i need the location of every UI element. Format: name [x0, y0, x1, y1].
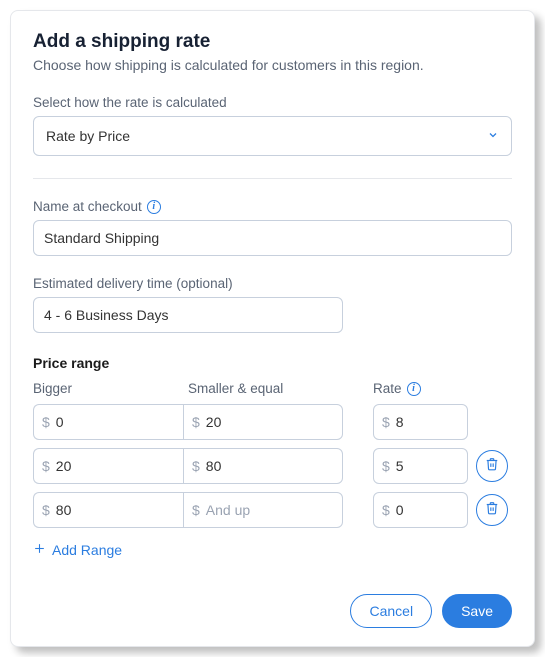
- info-icon[interactable]: i: [147, 200, 161, 214]
- delete-row-button[interactable]: [476, 494, 508, 526]
- calc-select-value: Rate by Price: [46, 128, 130, 144]
- trash-icon: [485, 457, 499, 476]
- range-columns: Bigger Smaller & equal Rate i: [33, 381, 512, 396]
- bigger-input[interactable]: $0: [33, 404, 183, 440]
- range-row: $80$And up $0: [33, 492, 512, 528]
- calc-label: Select how the rate is calculated: [33, 95, 512, 110]
- bigger-input[interactable]: $20: [33, 448, 183, 484]
- smaller-input[interactable]: $And up: [183, 492, 343, 528]
- eta-input[interactable]: [33, 297, 343, 333]
- range-row: $0$20 $8: [33, 404, 512, 440]
- calc-select[interactable]: Rate by Price: [33, 116, 512, 156]
- chevron-down-icon: [487, 128, 499, 144]
- divider: [33, 178, 512, 179]
- eta-label: Estimated delivery time (optional): [33, 276, 512, 291]
- bigger-input[interactable]: $80: [33, 492, 183, 528]
- range-header: Price range: [33, 355, 512, 371]
- smaller-input[interactable]: $80: [183, 448, 343, 484]
- col-rate: Rate: [373, 381, 402, 396]
- info-icon[interactable]: i: [407, 382, 421, 396]
- smaller-input[interactable]: $20: [183, 404, 343, 440]
- rate-input[interactable]: $8: [373, 404, 468, 440]
- save-button[interactable]: Save: [442, 594, 512, 628]
- delete-row-button[interactable]: [476, 450, 508, 482]
- shipping-rate-modal: Add a shipping rate Choose how shipping …: [10, 10, 535, 647]
- add-range-button[interactable]: Add Range: [33, 542, 512, 558]
- col-bigger: Bigger: [33, 381, 188, 396]
- range-rows: $0$20$8$20$80$5$80$And up$0: [33, 404, 512, 528]
- modal-title: Add a shipping rate: [33, 31, 512, 53]
- modal-subtitle: Choose how shipping is calculated for cu…: [33, 55, 512, 75]
- cancel-button[interactable]: Cancel: [350, 594, 432, 628]
- trash-icon: [485, 501, 499, 520]
- rate-input[interactable]: $0: [373, 492, 468, 528]
- modal-footer: Cancel Save: [33, 594, 512, 628]
- col-smaller: Smaller & equal: [188, 381, 343, 396]
- rate-input[interactable]: $5: [373, 448, 468, 484]
- name-input[interactable]: [33, 220, 512, 256]
- plus-icon: [33, 542, 46, 558]
- range-row: $20$80 $5: [33, 448, 512, 484]
- name-label: Name at checkout i: [33, 199, 512, 214]
